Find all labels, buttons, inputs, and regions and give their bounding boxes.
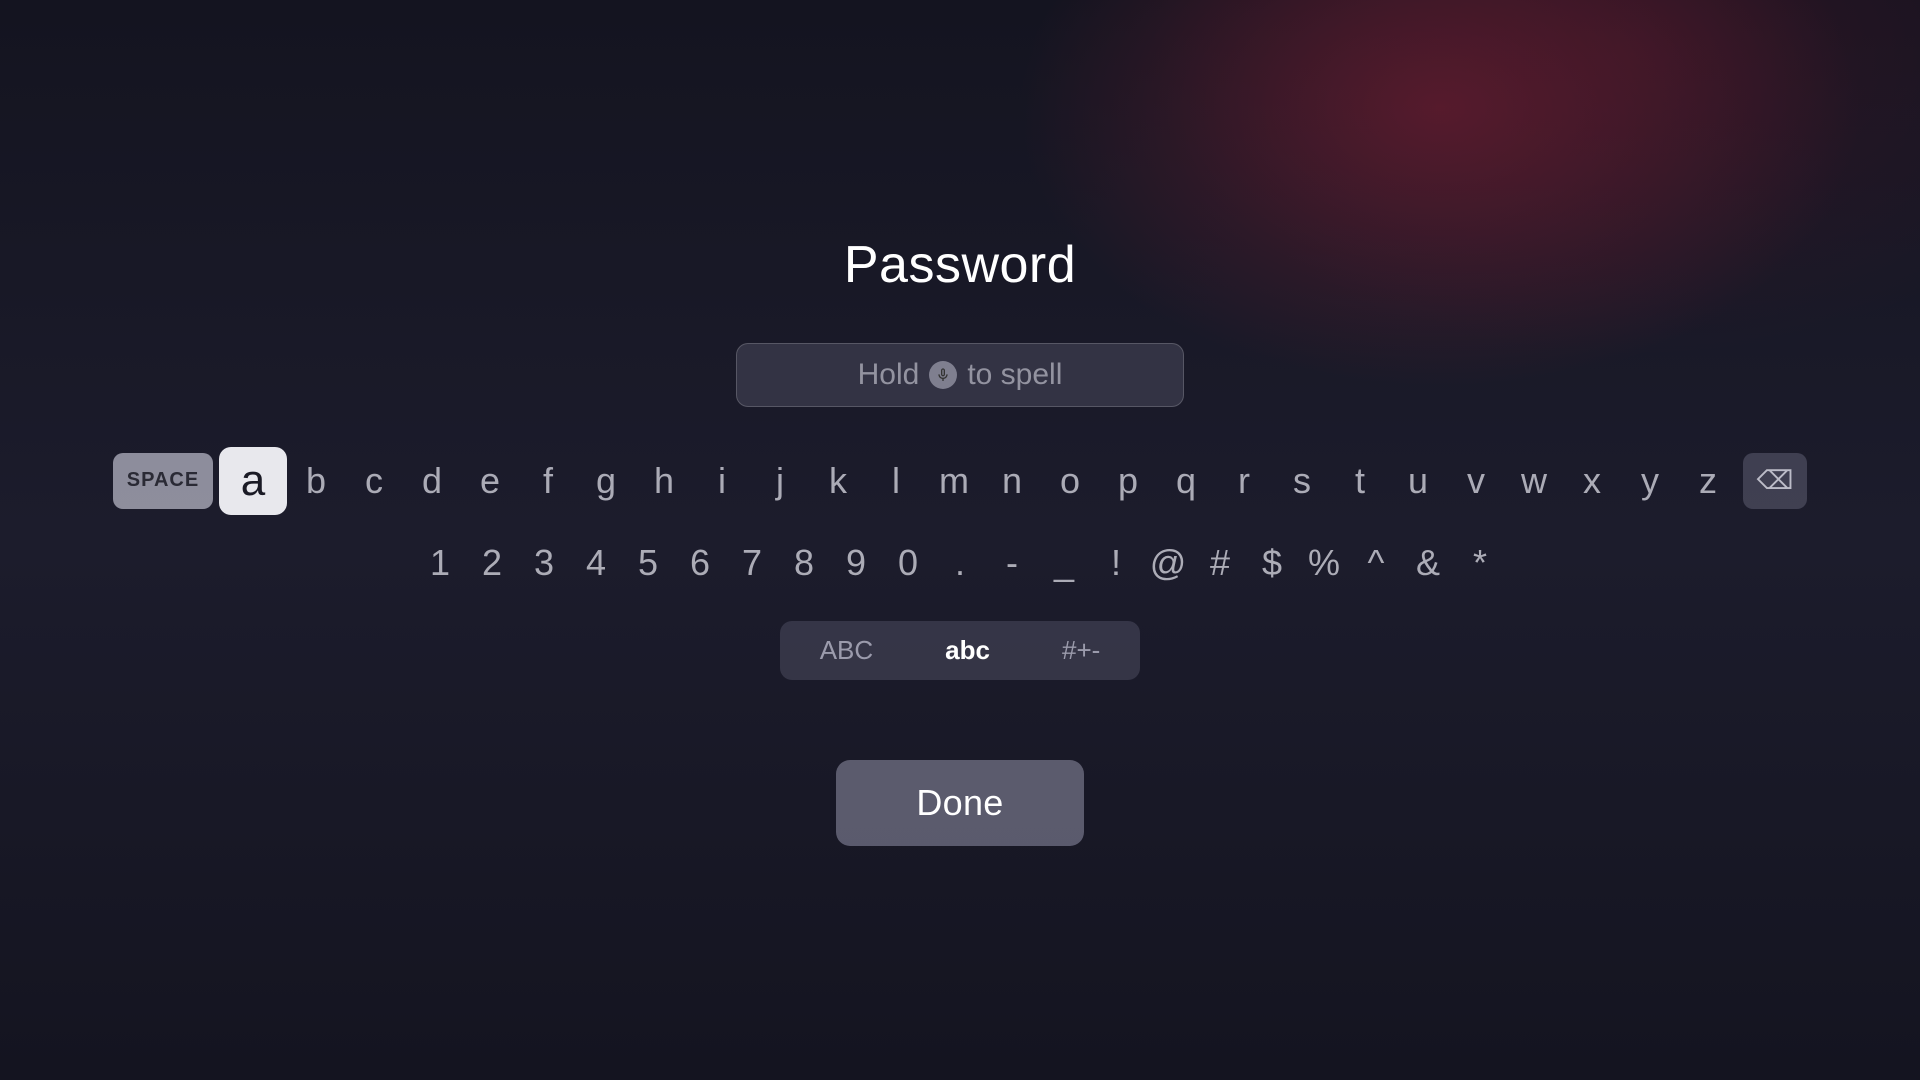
spell-text: to spell [967,358,1062,392]
key-caret[interactable]: ^ [1350,533,1402,593]
done-button[interactable]: Done [836,760,1083,846]
keyboard-area: SPACE a b c d e f g h i j k l m n o p q … [113,447,1807,680]
key-f[interactable]: f [519,451,577,511]
key-c[interactable]: c [345,451,403,511]
numbers-symbols-row: 1 2 3 4 5 6 7 8 9 0 . - _ ! @ # $ % ^ & … [414,533,1506,593]
hold-text: Hold [858,358,920,392]
letters-row: SPACE a b c d e f g h i j k l m n o p q … [113,447,1807,515]
key-w[interactable]: w [1505,451,1563,511]
key-e[interactable]: e [461,451,519,511]
mode-selector: ABC abc #+- [780,621,1141,680]
key-d[interactable]: d [403,451,461,511]
key-r[interactable]: r [1215,451,1273,511]
key-v[interactable]: v [1447,451,1505,511]
mode-symbols[interactable]: #+- [1026,625,1136,676]
key-m[interactable]: m [925,451,983,511]
key-4[interactable]: 4 [570,533,622,593]
key-percent[interactable]: % [1298,533,1350,593]
key-asterisk[interactable]: * [1454,533,1506,593]
main-container: Password Hold to spell SPACE a b c d e f [0,235,1920,846]
key-5[interactable]: 5 [622,533,674,593]
key-0[interactable]: 0 [882,533,934,593]
key-k[interactable]: k [809,451,867,511]
key-dollar[interactable]: $ [1246,533,1298,593]
key-n[interactable]: n [983,451,1041,511]
key-t[interactable]: t [1331,451,1389,511]
key-g[interactable]: g [577,451,635,511]
key-underscore[interactable]: _ [1038,533,1090,593]
key-2[interactable]: 2 [466,533,518,593]
input-placeholder: Hold to spell [858,358,1063,392]
key-i[interactable]: i [693,451,751,511]
delete-key[interactable]: ⌫ [1743,453,1807,509]
key-s[interactable]: s [1273,451,1331,511]
key-6[interactable]: 6 [674,533,726,593]
key-x[interactable]: x [1563,451,1621,511]
key-hash[interactable]: # [1194,533,1246,593]
mic-icon [929,361,957,389]
key-z[interactable]: z [1679,451,1737,511]
key-8[interactable]: 8 [778,533,830,593]
key-l[interactable]: l [867,451,925,511]
key-dash[interactable]: - [986,533,1038,593]
key-7[interactable]: 7 [726,533,778,593]
mode-abc-lower[interactable]: abc [909,625,1026,676]
key-1[interactable]: 1 [414,533,466,593]
mode-abc-upper[interactable]: ABC [784,625,909,676]
key-exclaim[interactable]: ! [1090,533,1142,593]
key-3[interactable]: 3 [518,533,570,593]
key-ampersand[interactable]: & [1402,533,1454,593]
key-at[interactable]: @ [1142,533,1194,593]
space-key[interactable]: SPACE [113,453,213,509]
key-h[interactable]: h [635,451,693,511]
key-9[interactable]: 9 [830,533,882,593]
key-j[interactable]: j [751,451,809,511]
key-a-selected[interactable]: a [219,447,287,515]
password-input-field[interactable]: Hold to spell [736,343,1184,407]
key-p[interactable]: p [1099,451,1157,511]
key-y[interactable]: y [1621,451,1679,511]
page-title: Password [844,235,1076,295]
key-b[interactable]: b [287,451,345,511]
key-o[interactable]: o [1041,451,1099,511]
key-q[interactable]: q [1157,451,1215,511]
key-u[interactable]: u [1389,451,1447,511]
key-dot[interactable]: . [934,533,986,593]
